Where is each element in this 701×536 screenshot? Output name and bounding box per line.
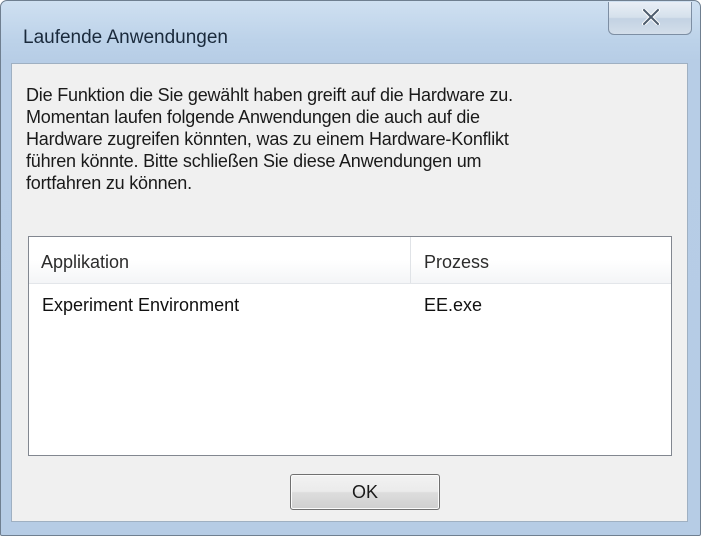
ok-button[interactable]: OK <box>290 474 440 510</box>
list-header: Applikation Prozess <box>29 237 671 284</box>
column-header-application[interactable]: Applikation <box>29 237 411 283</box>
close-button[interactable] <box>608 2 692 35</box>
list-item[interactable]: Experiment Environment EE.exe <box>29 289 671 321</box>
title-bar[interactable]: Laufende Anwendungen <box>1 1 700 61</box>
dialog-body: Die Funktion die Sie gewählt haben greif… <box>11 63 688 522</box>
info-message: Die Funktion die Sie gewählt haben greif… <box>26 85 513 193</box>
column-header-process[interactable]: Prozess <box>411 237 671 283</box>
dialog-window: Laufende Anwendungen Die Funktion die Si… <box>0 0 701 536</box>
window-title: Laufende Anwendungen <box>23 27 228 48</box>
list-item-application: Experiment Environment <box>42 295 240 315</box>
list-item-process: EE.exe <box>424 295 483 315</box>
running-apps-list[interactable]: Applikation Prozess Experiment Environme… <box>28 236 672 456</box>
close-x-icon <box>642 9 660 25</box>
